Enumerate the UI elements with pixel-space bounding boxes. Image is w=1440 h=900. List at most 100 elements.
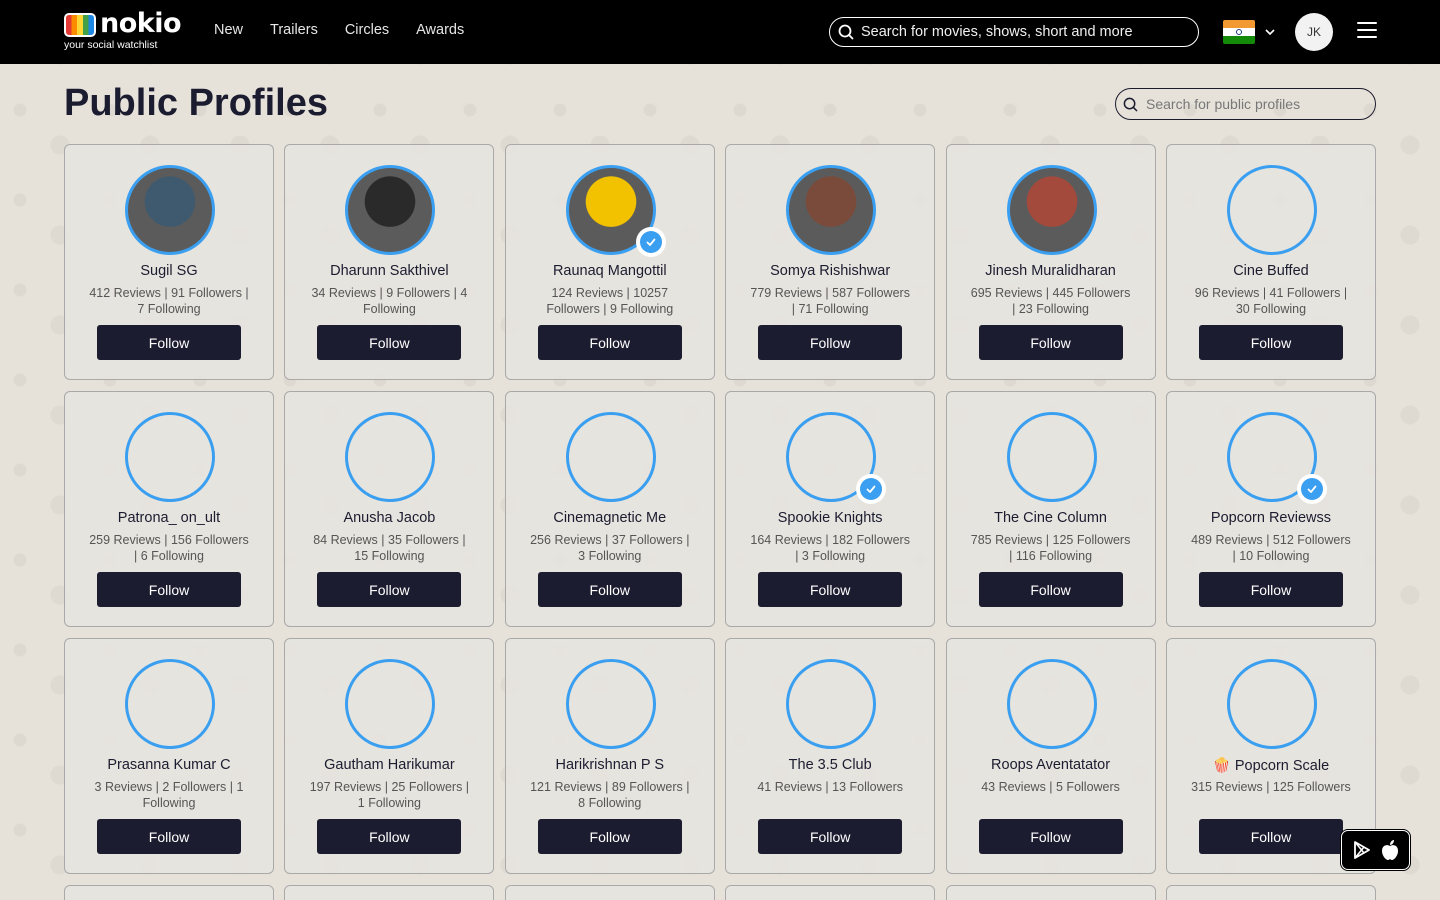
follow-button[interactable]: Follow — [1198, 325, 1343, 360]
profile-card[interactable]: Prasanna Kumar C 3 Reviews | 2 Followers… — [64, 638, 274, 874]
profile-avatar[interactable] — [125, 659, 215, 749]
nokio-logo[interactable]: nokio your social watchlist — [64, 8, 182, 52]
profile-card-partial[interactable] — [504, 885, 715, 900]
nav-link-circles[interactable]: Circles — [345, 22, 389, 38]
follow-button[interactable]: Follow — [317, 572, 462, 607]
profile-avatar[interactable] — [1226, 659, 1317, 749]
profile-stats: 256 Reviews | 37 Followers | 3 Following — [530, 533, 690, 563]
profile-card[interactable]: Harikrishnan P S 121 Reviews | 89 Follow… — [504, 638, 715, 874]
profile-card[interactable]: Gautham Harikumar 197 Reviews | 25 Follo… — [284, 638, 495, 874]
profile-name[interactable]: Somya Rishishwar — [730, 263, 930, 279]
apple-icon[interactable] — [1380, 839, 1400, 861]
page-title: Public Profiles — [64, 82, 328, 124]
profile-stats: 124 Reviews | 10257 Followers | 9 Follow… — [546, 286, 674, 316]
follow-button[interactable]: Follow — [537, 572, 682, 607]
profile-name[interactable]: The 3.5 Club — [730, 757, 930, 773]
profile-name[interactable]: Sugil SG — [69, 263, 269, 279]
follow-button[interactable]: Follow — [1198, 819, 1343, 854]
country-flag-icon[interactable] — [1223, 20, 1255, 44]
profile-card[interactable]: Cine Buffed 96 Reviews | 41 Followers | … — [1165, 144, 1376, 380]
profile-card[interactable]: Roops Aventatator 43 Reviews | 5 Followe… — [945, 638, 1156, 874]
profile-avatar[interactable] — [1006, 659, 1097, 749]
follow-button[interactable]: Follow — [317, 325, 462, 360]
profile-name[interactable]: Prasanna Kumar C — [69, 757, 269, 773]
profile-card-partial[interactable] — [284, 885, 495, 900]
follow-button[interactable]: Follow — [758, 572, 903, 607]
profile-card[interactable]: Somya Rishishwar 779 Reviews | 587 Follo… — [725, 144, 936, 380]
follow-button[interactable]: Follow — [97, 819, 241, 854]
profile-name[interactable]: Popcorn Reviewss — [1171, 510, 1371, 526]
profile-card[interactable]: The 3.5 Club 41 Reviews | 13 Followers F… — [725, 638, 936, 874]
profile-avatar[interactable] — [565, 659, 656, 749]
profile-name[interactable]: Raunaq Mangottil — [510, 263, 710, 279]
profile-name[interactable]: Dharunn Sakthivel — [289, 263, 489, 279]
profile-card[interactable]: The Cine Column 785 Reviews | 125 Follow… — [945, 391, 1156, 627]
hamburger-menu-icon[interactable] — [1357, 22, 1377, 42]
main-nav: New Trailers Circles Awards — [214, 22, 491, 38]
profile-card[interactable]: Dharunn Sakthivel 34 Reviews | 9 Followe… — [284, 144, 495, 380]
profile-card[interactable]: Sugil SG 412 Reviews | 91 Followers | 7 … — [64, 144, 274, 380]
profile-card[interactable]: Jinesh Muralidharan 695 Reviews | 445 Fo… — [945, 144, 1156, 380]
follow-button[interactable]: Follow — [978, 325, 1123, 360]
nav-link-trailers[interactable]: Trailers — [270, 22, 318, 38]
profile-card[interactable]: Anusha Jacob 84 Reviews | 35 Followers |… — [284, 391, 495, 627]
profile-avatar[interactable] — [1006, 412, 1097, 502]
profile-name[interactable]: 🍿 Popcorn Scale — [1171, 757, 1371, 774]
google-play-icon[interactable] — [1352, 840, 1372, 860]
profile-avatar[interactable] — [345, 659, 436, 749]
follow-button[interactable]: Follow — [537, 325, 682, 360]
follow-button[interactable]: Follow — [97, 325, 241, 360]
profile-card[interactable]: Cinemagnetic Me 256 Reviews | 37 Followe… — [504, 391, 715, 627]
follow-button[interactable]: Follow — [758, 325, 903, 360]
profile-search-input[interactable] — [1146, 96, 1366, 112]
profile-name[interactable]: Cine Buffed — [1171, 263, 1371, 279]
global-search-box — [829, 17, 1199, 47]
follow-button[interactable]: Follow — [1198, 572, 1343, 607]
follow-button[interactable]: Follow — [97, 572, 241, 607]
profile-card[interactable]: Spookie Knights 164 Reviews | 182 Follow… — [725, 391, 936, 627]
profile-stats: 84 Reviews | 35 Followers | 15 Following — [313, 533, 466, 563]
global-search-input[interactable] — [861, 24, 1181, 40]
profile-name[interactable]: Cinemagnetic Me — [510, 510, 710, 526]
follow-button[interactable]: Follow — [978, 572, 1123, 607]
profile-name[interactable]: Anusha Jacob — [289, 510, 489, 526]
brand-name: nokio — [100, 8, 182, 39]
search-icon — [1123, 97, 1138, 111]
chevron-down-icon[interactable] — [1264, 26, 1276, 38]
profile-name[interactable]: Roops Aventatator — [951, 757, 1151, 773]
profile-avatar[interactable] — [1006, 165, 1097, 255]
follow-button[interactable]: Follow — [317, 819, 462, 854]
search-icon — [838, 24, 854, 40]
profile-name[interactable]: Gautham Harikumar — [289, 757, 489, 773]
profile-name[interactable]: Spookie Knights — [730, 510, 930, 526]
profile-avatar[interactable] — [345, 165, 436, 255]
profile-name[interactable]: Jinesh Muralidharan — [951, 263, 1151, 279]
profile-card-partial[interactable] — [725, 885, 936, 900]
profile-card-partial[interactable] — [64, 885, 274, 900]
follow-button[interactable]: Follow — [758, 819, 903, 854]
profile-card[interactable]: Patrona_ on_ult 259 Reviews | 156 Follow… — [64, 391, 274, 627]
profile-card[interactable]: Raunaq Mangottil 124 Reviews | 10257 Fol… — [504, 144, 715, 380]
profile-card-partial[interactable] — [945, 885, 1156, 900]
verified-badge-icon — [635, 227, 666, 257]
profile-stats: 96 Reviews | 41 Followers | 30 Following — [1194, 286, 1348, 316]
profile-card[interactable]: Popcorn Reviewss 489 Reviews | 512 Follo… — [1165, 391, 1376, 627]
follow-button[interactable]: Follow — [978, 819, 1123, 854]
profile-avatar[interactable] — [125, 412, 215, 502]
user-avatar[interactable]: JK — [1295, 13, 1333, 51]
profile-card-partial[interactable] — [1165, 885, 1376, 900]
profile-stats: 34 Reviews | 9 Followers | 4 Following — [311, 286, 468, 316]
profile-avatar[interactable] — [1226, 165, 1317, 255]
profile-name[interactable]: The Cine Column — [951, 510, 1151, 526]
profile-name[interactable]: Harikrishnan P S — [510, 757, 710, 773]
nav-link-awards[interactable]: Awards — [416, 22, 464, 38]
profile-avatar[interactable] — [565, 412, 656, 502]
app-store-links[interactable] — [1341, 830, 1410, 870]
profile-avatar[interactable] — [125, 165, 215, 255]
profile-avatar[interactable] — [786, 659, 877, 749]
profile-avatar[interactable] — [786, 165, 877, 255]
follow-button[interactable]: Follow — [537, 819, 682, 854]
profile-avatar[interactable] — [345, 412, 436, 502]
nav-link-new[interactable]: New — [214, 22, 243, 38]
profile-name[interactable]: Patrona_ on_ult — [69, 510, 269, 526]
